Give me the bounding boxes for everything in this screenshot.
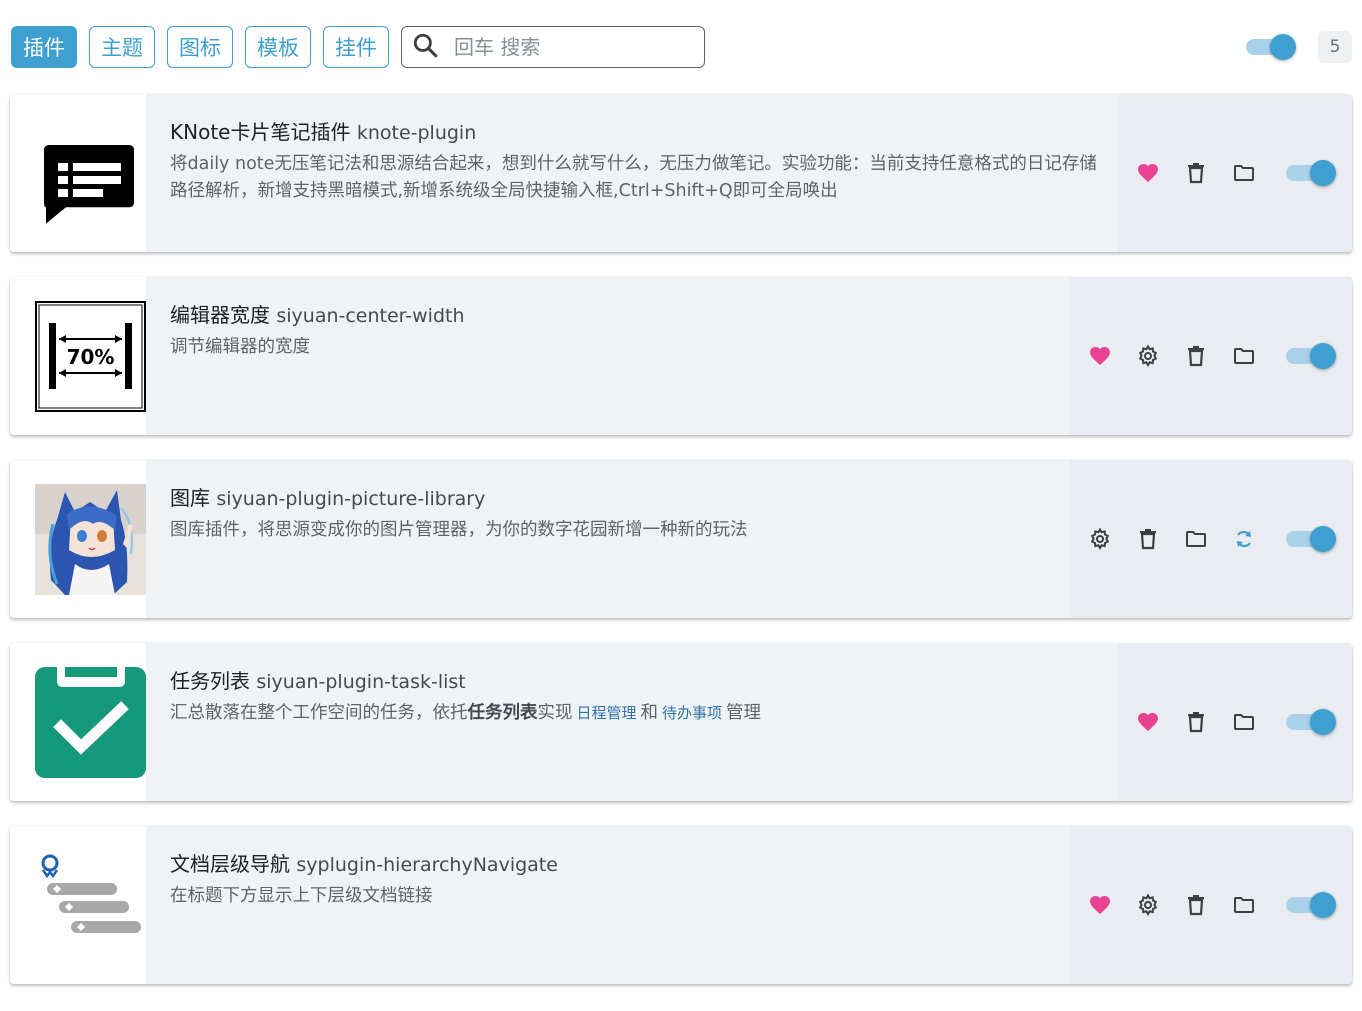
global-enable-toggle[interactable] — [1246, 34, 1296, 60]
plugin-package: siyuan-plugin-task-list — [256, 671, 466, 693]
heart-icon[interactable] — [1087, 892, 1113, 918]
plugin-description: 汇总散落在整个工作空间的任务，依托任务列表实现 日程管理和待办事项 管理 — [170, 700, 1102, 727]
plugin-actions — [1070, 277, 1352, 435]
plugin-enable-toggle[interactable] — [1286, 709, 1336, 735]
description-text: 汇总散落在整个工作空间的任务，依托 — [170, 703, 468, 723]
chat-list-icon — [35, 118, 146, 229]
trash-icon[interactable] — [1183, 709, 1209, 735]
plugin-count-badge: 5 — [1318, 31, 1352, 63]
gear-icon[interactable] — [1087, 526, 1113, 552]
plugin-title: 任务列表 siyuan-plugin-task-list — [170, 667, 1102, 696]
plugin-enable-toggle[interactable] — [1286, 343, 1336, 369]
plugin-card-knote: KNote卡片笔记插件 knote-plugin 将daily note无压笔记… — [10, 94, 1352, 252]
description-text: 管理 — [726, 703, 762, 723]
tab-widgets[interactable]: 挂件 — [323, 26, 389, 68]
plugin-description: 调节编辑器的宽度 — [170, 337, 310, 357]
plugin-title: 编辑器宽度 siyuan-center-width — [170, 301, 1052, 330]
plugin-enable-toggle[interactable] — [1286, 160, 1336, 186]
gear-icon[interactable] — [1135, 892, 1161, 918]
heart-icon[interactable] — [1135, 160, 1161, 186]
description-text: 实现 — [537, 703, 573, 723]
plugin-enable-toggle[interactable] — [1286, 892, 1336, 918]
folder-icon[interactable] — [1183, 526, 1209, 552]
plugin-description: 在标题下方显示上下层级文档链接 — [170, 886, 433, 906]
width-70-icon: 70% — [35, 301, 146, 412]
hierarchy-icon — [35, 850, 146, 961]
plugin-card-center-width: 70% 编辑器宽度 siyuan-center-width 调节编辑器的宽度 — [10, 277, 1352, 435]
plugin-title: 文档层级导航 syplugin-hierarchyNavigate — [170, 850, 1052, 879]
top-bar: 插件 主题 图标 模板 挂件 5 — [0, 0, 1362, 94]
search-icon — [412, 32, 438, 62]
plugin-actions — [1118, 94, 1352, 252]
tab-themes[interactable]: 主题 — [89, 26, 155, 68]
heart-icon[interactable] — [1087, 343, 1113, 369]
plugin-name: 任务列表 — [170, 669, 250, 693]
plugin-card-hierarchy-navigate: 文档层级导航 syplugin-hierarchyNavigate 在标题下方显… — [10, 826, 1352, 984]
description-text: 和 — [640, 703, 659, 723]
plugin-description: 图库插件，将思源变成你的图片管理器，为你的数字花园新增一种新的玩法 — [170, 520, 748, 540]
search-box — [401, 26, 705, 68]
plugin-package: siyuan-center-width — [276, 305, 465, 327]
plugin-name: 图库 — [170, 486, 210, 510]
plugin-package: syplugin-hierarchyNavigate — [296, 854, 558, 876]
plugin-package: siyuan-plugin-picture-library — [216, 488, 486, 510]
gear-icon[interactable] — [1135, 343, 1161, 369]
plugin-package: knote-plugin — [356, 122, 477, 144]
plugin-name: 文档层级导航 — [170, 852, 290, 876]
plugin-card-task-list: 任务列表 siyuan-plugin-task-list 汇总散落在整个工作空间… — [10, 643, 1352, 801]
description-bold: 任务列表 — [467, 703, 538, 723]
tab-icons[interactable]: 图标 — [167, 26, 233, 68]
anime-girl-icon — [35, 484, 146, 595]
folder-icon[interactable] — [1231, 709, 1257, 735]
plugin-actions — [1118, 643, 1352, 801]
folder-icon[interactable] — [1231, 892, 1257, 918]
todo-link[interactable]: 待办事项 — [662, 704, 722, 722]
schedule-link[interactable]: 日程管理 — [577, 704, 637, 722]
tab-plugins[interactable]: 插件 — [11, 26, 77, 68]
plugin-enable-toggle[interactable] — [1286, 526, 1336, 552]
search-input[interactable] — [454, 35, 694, 59]
plugin-title: KNote卡片笔记插件 knote-plugin — [170, 118, 1102, 147]
plugin-description: 将daily note无压笔记法和思源结合起来，想到什么就写什么，无压力做笔记。… — [170, 154, 1097, 201]
plugin-name: 编辑器宽度 — [170, 303, 270, 327]
tab-templates[interactable]: 模板 — [245, 26, 311, 68]
clipboard-check-icon — [35, 667, 146, 778]
trash-icon[interactable] — [1183, 343, 1209, 369]
plugin-card-picture-library: 图库 siyuan-plugin-picture-library 图库插件，将思… — [10, 460, 1352, 618]
heart-icon[interactable] — [1135, 709, 1161, 735]
folder-icon[interactable] — [1231, 343, 1257, 369]
trash-icon[interactable] — [1135, 526, 1161, 552]
plugin-title: 图库 siyuan-plugin-picture-library — [170, 484, 1052, 513]
svg-text:70%: 70% — [67, 345, 115, 369]
update-icon[interactable] — [1231, 526, 1257, 552]
plugin-actions — [1070, 826, 1352, 984]
folder-icon[interactable] — [1231, 160, 1257, 186]
trash-icon[interactable] — [1183, 160, 1209, 186]
trash-icon[interactable] — [1183, 892, 1209, 918]
plugin-name: KNote卡片笔记插件 — [170, 120, 351, 144]
plugin-actions — [1070, 460, 1352, 618]
